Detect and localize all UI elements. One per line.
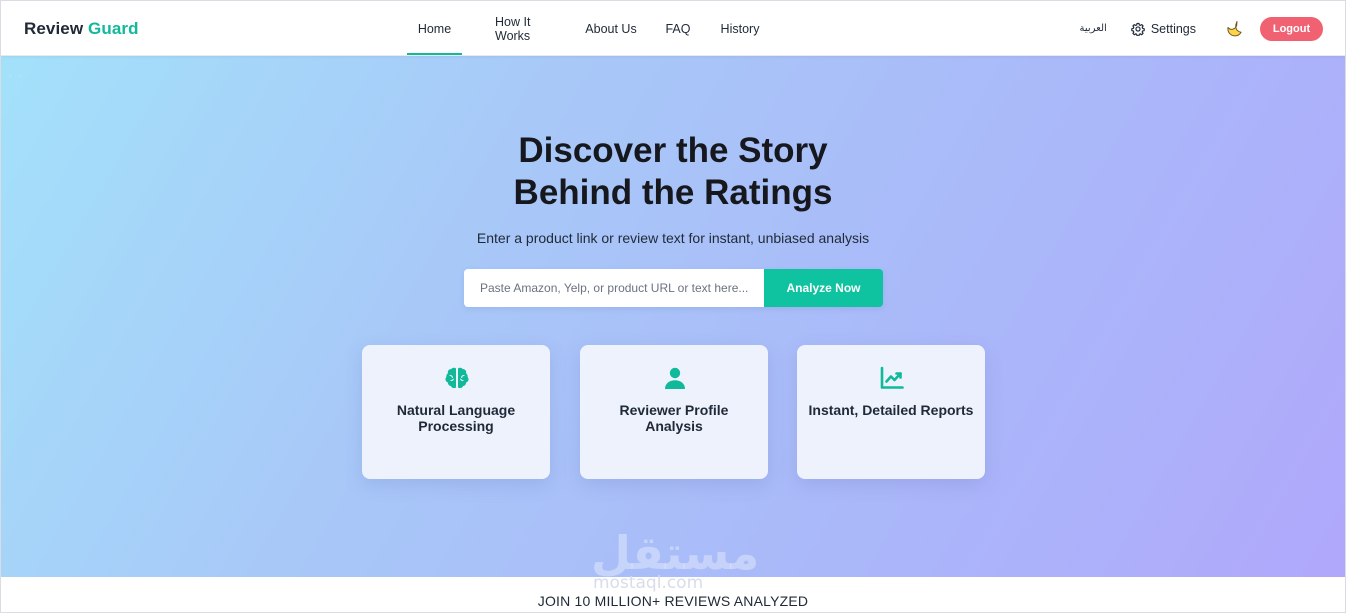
feature-title: Instant, Detailed Reports [808, 402, 974, 418]
nav-home[interactable]: Home [407, 1, 462, 56]
nav-about-us[interactable]: About Us [581, 1, 641, 56]
nav-faq[interactable]: FAQ [658, 1, 698, 56]
settings-label: Settings [1150, 21, 1196, 36]
stats-banner: mostaql.com JOIN 10 MILLION+ REVIEWS ANA… [1, 573, 1345, 612]
analyze-now-button[interactable]: Analyze Now [764, 269, 883, 307]
feature-card-reports: Instant, Detailed Reports [797, 345, 985, 479]
top-navbar: Review Guard Home How It Works About Us … [1, 1, 1345, 56]
brand-name-part2: Guard [88, 19, 139, 38]
nav-history[interactable]: History [717, 1, 763, 56]
headline-line-1: Discover the Story [518, 131, 828, 170]
stats-banner-text: JOIN 10 MILLION+ REVIEWS ANALYZED [537, 593, 809, 609]
settings-button[interactable]: Settings [1131, 22, 1196, 36]
gear-icon [1131, 22, 1145, 36]
watermark-logo: مستقل [591, 526, 760, 577]
hero-headline: Discover the Story Behind the Ratings [1, 130, 1345, 214]
hero-subtitle: Enter a product link or review text for … [476, 230, 870, 246]
moon-icon[interactable] [1226, 20, 1244, 38]
feature-title: Natural Language Processing [396, 402, 516, 434]
chart-line-icon [880, 366, 904, 389]
analyze-form: Analyze Now [464, 269, 883, 307]
brand-name-part1: Review [24, 19, 84, 38]
headline-line-2: Behind the Ratings [513, 173, 833, 212]
user-icon [665, 367, 685, 389]
watermark-domain: mostaql.com [593, 573, 704, 593]
feature-card-nlp: Natural Language Processing [362, 345, 550, 479]
brand-logo[interactable]: Review Guard [24, 19, 139, 39]
decorative-dots: · · [9, 71, 24, 81]
language-toggle[interactable]: العربية [1079, 23, 1106, 34]
review-url-input[interactable] [464, 269, 764, 307]
feature-card-reviewer: Reviewer Profile Analysis [580, 345, 768, 479]
hero-section: · · Discover the Story Behind the Rating… [1, 56, 1345, 577]
brain-icon [445, 367, 469, 389]
main-nav: Home How It Works About Us FAQ History [407, 1, 763, 56]
logout-button[interactable]: Logout [1260, 16, 1323, 41]
nav-how-it-works[interactable]: How It Works [495, 1, 567, 56]
feature-title: Reviewer Profile Analysis [619, 402, 729, 434]
nav-actions: العربية Settings Logout [1079, 1, 1323, 56]
app-window: Review Guard Home How It Works About Us … [0, 0, 1346, 613]
